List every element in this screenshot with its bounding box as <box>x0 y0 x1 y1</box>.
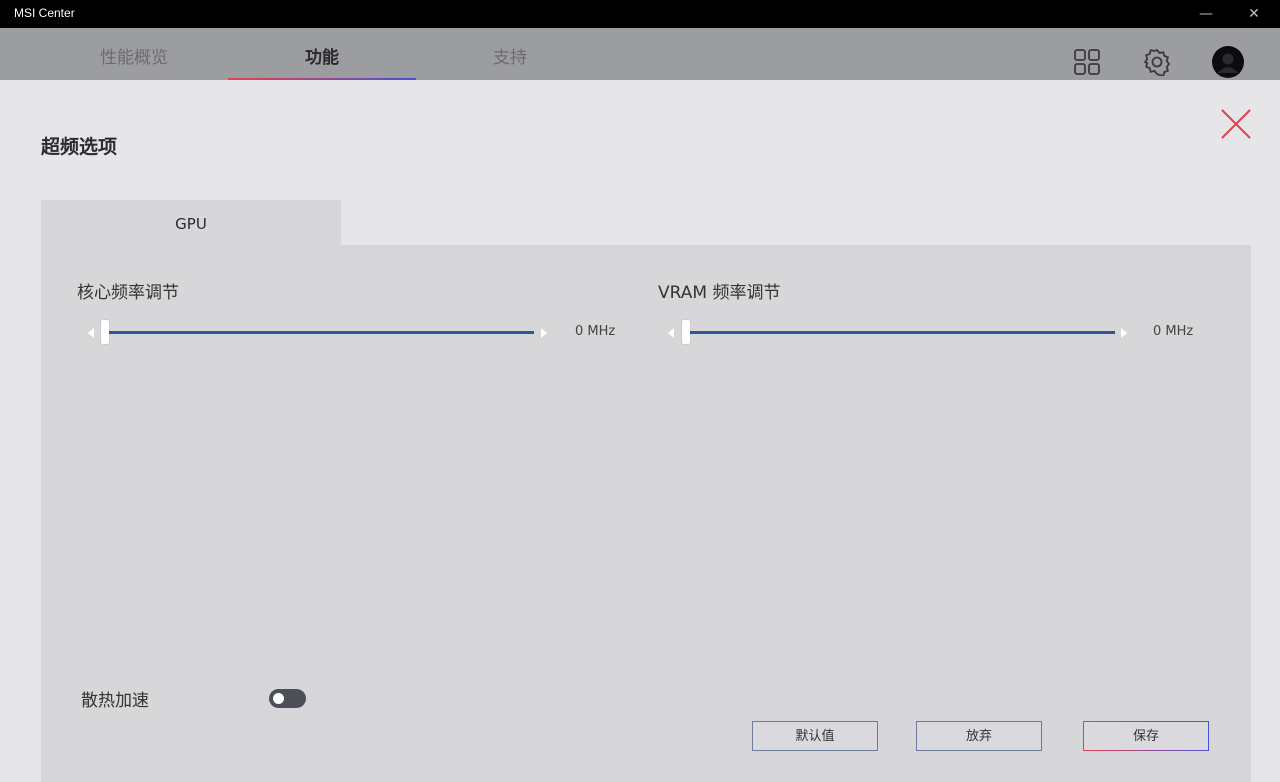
tab-support-label: 支持 <box>493 48 527 68</box>
tab-overview[interactable]: 性能概览 <box>40 28 228 80</box>
save-button[interactable]: 保存 <box>1083 721 1209 751</box>
vram-decrease-arrow-icon[interactable] <box>668 328 674 338</box>
window-titlebar: MSI Center — ✕ <box>0 0 1280 28</box>
window-title: MSI Center <box>14 6 75 20</box>
vram-slider-track <box>682 331 1115 334</box>
avatar[interactable] <box>1212 46 1244 78</box>
vram-increase-arrow-icon[interactable] <box>1121 328 1127 338</box>
fan-boost-toggle[interactable] <box>269 689 306 708</box>
core-clock-label: 核心频率调节 <box>77 283 179 303</box>
window-close-button[interactable]: ✕ <box>1246 6 1262 22</box>
vram-slider-thumb[interactable] <box>682 320 690 344</box>
vram-clock-slider[interactable] <box>682 320 1115 344</box>
discard-button[interactable]: 放弃 <box>916 721 1042 751</box>
default-button[interactable]: 默认值 <box>752 721 878 751</box>
fan-boost-label: 散热加速 <box>81 691 149 711</box>
tab-features-label: 功能 <box>305 48 339 68</box>
close-panel-icon[interactable] <box>1220 108 1252 140</box>
minimize-button[interactable]: — <box>1198 6 1214 22</box>
tab-gpu[interactable]: GPU <box>41 200 341 245</box>
tab-support[interactable]: 支持 <box>416 28 604 80</box>
core-decrease-arrow-icon[interactable] <box>88 328 94 338</box>
tab-gpu-label: GPU <box>175 215 207 233</box>
page-title: 超频选项 <box>41 136 118 158</box>
vram-clock-value: 0 MHz <box>1153 324 1194 339</box>
core-slider-thumb[interactable] <box>101 320 109 344</box>
gear-icon[interactable] <box>1143 48 1171 77</box>
tab-overview-label: 性能概览 <box>100 48 168 68</box>
toggle-knob <box>273 693 284 704</box>
core-clock-value: 0 MHz <box>575 324 616 339</box>
core-slider-track <box>101 331 534 334</box>
core-clock-slider[interactable] <box>101 320 534 344</box>
tab-features[interactable]: 功能 <box>228 28 416 80</box>
grid-icon[interactable] <box>1073 48 1101 76</box>
core-increase-arrow-icon[interactable] <box>541 328 547 338</box>
vram-clock-label: VRAM 频率调节 <box>658 283 781 303</box>
